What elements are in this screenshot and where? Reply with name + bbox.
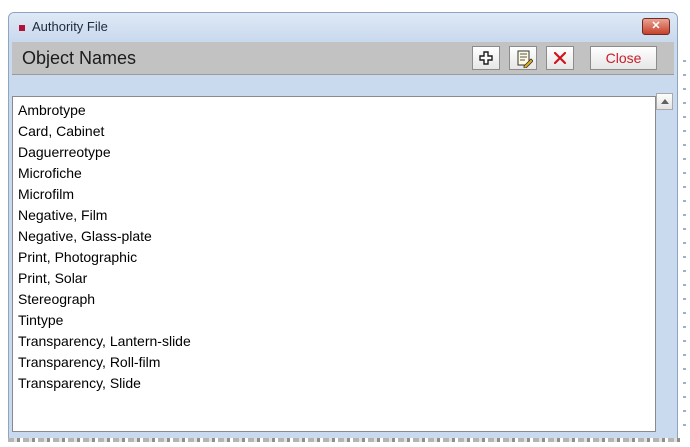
- list-item[interactable]: Transparency, Roll-film: [18, 354, 160, 370]
- window-title: Authority File: [32, 19, 108, 34]
- add-button[interactable]: [472, 46, 500, 70]
- list-item[interactable]: Transparency, Slide: [18, 375, 141, 391]
- delete-button[interactable]: [546, 46, 574, 70]
- list-item[interactable]: Microfilm: [18, 186, 74, 202]
- edit-button[interactable]: [509, 46, 537, 70]
- delete-icon: [553, 51, 567, 65]
- list-item[interactable]: Tintype: [18, 312, 63, 328]
- list-item[interactable]: Microfiche: [18, 165, 82, 181]
- list-item[interactable]: Daguerreotype: [18, 144, 111, 160]
- list-item[interactable]: Card, Cabinet: [18, 123, 104, 139]
- close-button[interactable]: Close: [590, 46, 657, 70]
- object-names-list[interactable]: Ambrotype Card, Cabinet Daguerreotype Mi…: [12, 96, 656, 432]
- list-item[interactable]: Transparency, Lantern-slide: [18, 333, 191, 349]
- add-icon: [479, 51, 493, 65]
- authority-file-window: Authority File ✕ Object Names Close Ambr…: [8, 12, 678, 440]
- scroll-up-button[interactable]: [656, 93, 673, 110]
- title-bar[interactable]: Authority File ✕: [9, 13, 677, 41]
- list-item[interactable]: Negative, Glass-plate: [18, 228, 152, 244]
- edit-icon: [517, 50, 533, 68]
- list-item[interactable]: Stereograph: [18, 291, 95, 307]
- object-names-header: Object Names Close: [12, 42, 674, 75]
- background-window-edge: [683, 60, 686, 430]
- window-close-button[interactable]: ✕: [642, 18, 670, 35]
- window-app-icon: [19, 25, 25, 31]
- list-item[interactable]: Ambrotype: [18, 102, 86, 118]
- torn-edge-decoration: [8, 438, 680, 442]
- list-item[interactable]: Negative, Film: [18, 207, 107, 223]
- list-item[interactable]: Print, Photographic: [18, 249, 137, 265]
- page-title: Object Names: [22, 48, 137, 68]
- list-item[interactable]: Print, Solar: [18, 270, 87, 286]
